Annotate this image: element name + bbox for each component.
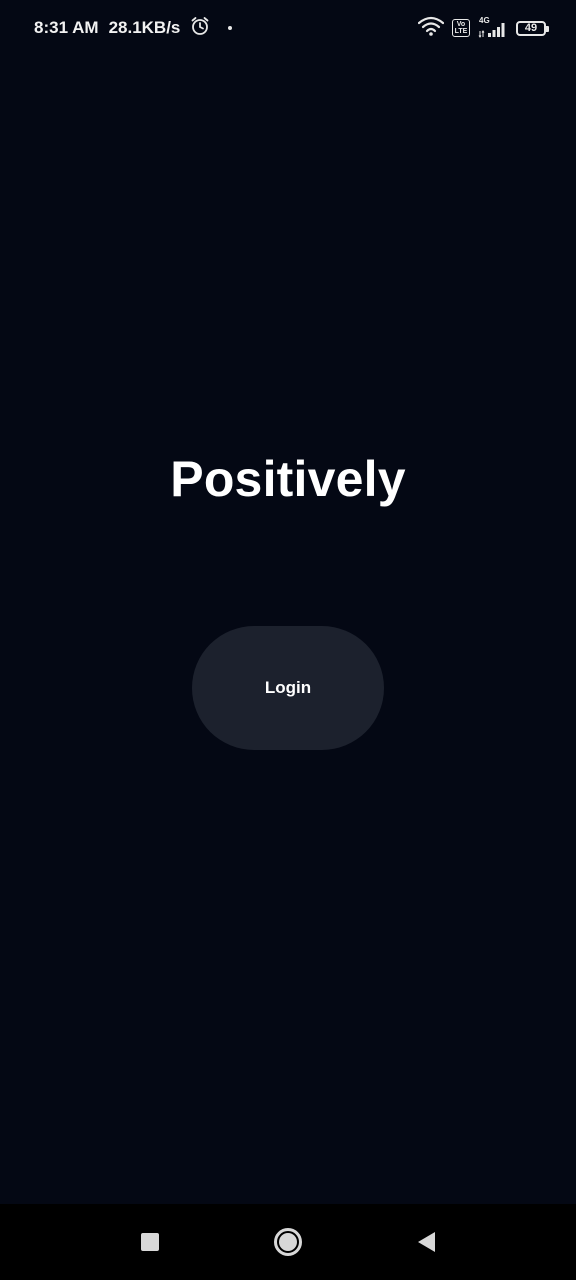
- wifi-icon: [417, 16, 445, 41]
- signal-icon: 4G: [478, 16, 508, 39]
- screen: 8:31 AM 28.1KB/s Vo LTE 4G 49 Positively…: [0, 0, 576, 1280]
- alarm-clock-icon: [190, 16, 210, 41]
- back-button[interactable]: [403, 1219, 449, 1265]
- login-button-label: Login: [264, 678, 312, 697]
- notification-dot: [228, 26, 233, 30]
- navigation-bar: [0, 1204, 576, 1280]
- battery-level: 49: [524, 22, 538, 34]
- triangle-back-icon: [417, 1232, 435, 1252]
- login-button[interactable]: Login: [192, 626, 384, 750]
- square-recents-icon: [141, 1233, 159, 1251]
- volte-top-label: Vo: [456, 21, 466, 28]
- status-bar: 8:31 AM 28.1KB/s Vo LTE 4G 49: [0, 0, 576, 56]
- home-button[interactable]: [265, 1219, 311, 1265]
- status-left: 8:31 AM 28.1KB/s: [34, 16, 233, 41]
- app-title: Positively: [170, 451, 406, 507]
- volte-icon: Vo LTE: [452, 19, 470, 37]
- circle-home-icon: [274, 1228, 302, 1256]
- battery-icon: 49: [516, 20, 549, 36]
- volte-bottom-label: LTE: [454, 28, 468, 35]
- status-right: Vo LTE 4G 49: [417, 16, 549, 41]
- status-time: 8:31 AM: [34, 18, 99, 37]
- recents-button[interactable]: [127, 1219, 173, 1265]
- network-speed: 28.1KB/s: [108, 18, 181, 37]
